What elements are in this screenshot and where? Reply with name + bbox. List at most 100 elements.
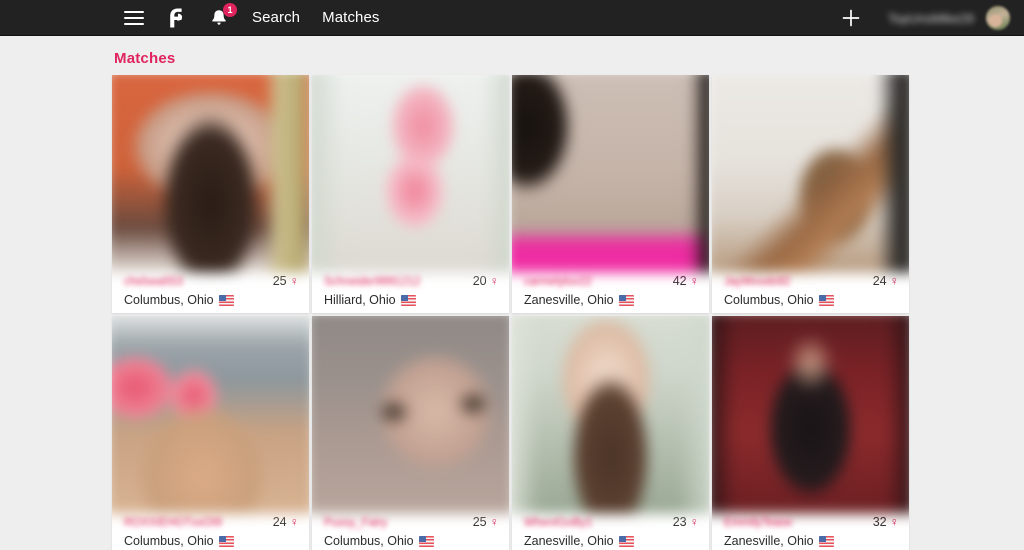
female-gender-icon: ♀: [889, 273, 899, 288]
profile-location: Zanesville, Ohio: [524, 534, 699, 548]
page-title: Matches: [114, 50, 176, 67]
female-gender-icon: ♀: [889, 514, 899, 529]
profile-location: Columbus, Ohio: [124, 293, 299, 307]
us-flag-icon: [218, 294, 234, 306]
age-value: 24: [872, 274, 887, 288]
location-text: Columbus, Ohio: [124, 534, 214, 548]
profile-username[interactable]: chelsea553: [124, 276, 183, 288]
female-gender-icon: ♀: [289, 514, 299, 529]
profile-username[interactable]: ROXXIEHOTxxOI9: [124, 517, 222, 529]
profile-location: Hilliard, Ohio: [324, 293, 499, 307]
us-flag-icon: [418, 535, 434, 547]
age-value: 24: [272, 515, 287, 529]
age-value: 25: [472, 515, 487, 529]
card-info: Pussy_Fairy 25 ♀ Columbus, Ohio: [312, 508, 509, 550]
profile-username[interactable]: Schneider9991212: [324, 276, 421, 288]
match-card[interactable]: Pussy_Fairy 25 ♀ Columbus, Ohio: [312, 316, 509, 550]
profile-photo[interactable]: [112, 316, 309, 514]
profile-age: 25 ♀: [273, 274, 299, 288]
card-info: Schneider9991212 20 ♀ Hilliard, Ohio: [312, 267, 509, 313]
card-row-name-age: carmelyluv22 42 ♀: [524, 274, 699, 288]
match-card[interactable]: EmmilyTease 32 ♀ Zanesville, Ohio: [712, 316, 909, 550]
nav-link-search[interactable]: Search: [252, 9, 300, 26]
profile-location: Columbus, Ohio: [724, 293, 899, 307]
profile-photo[interactable]: [312, 75, 509, 273]
card-info: WhenIGoBy1 23 ♀ Zanesville, Ohio: [512, 508, 709, 550]
profile-username[interactable]: Pussy_Fairy: [324, 517, 387, 529]
card-row-name-age: chelsea553 25 ♀: [124, 274, 299, 288]
us-flag-icon: [818, 294, 834, 306]
age-value: 25: [272, 274, 287, 288]
female-gender-icon: ♀: [289, 273, 299, 288]
location-text: Hilliard, Ohio: [324, 293, 396, 307]
profile-username[interactable]: EmmilyTease: [724, 517, 792, 529]
location-text: Columbus, Ohio: [724, 293, 814, 307]
notification-bell-icon[interactable]: 1: [208, 2, 237, 30]
us-flag-icon: [218, 535, 234, 547]
age-value: 42: [672, 274, 687, 288]
profile-photo[interactable]: [512, 75, 709, 273]
profile-photo[interactable]: [712, 75, 909, 273]
location-text: Columbus, Ohio: [324, 534, 414, 548]
profile-age: 24 ♀: [273, 515, 299, 529]
profile-location: Columbus, Ohio: [324, 534, 499, 548]
location-text: Columbus, Ohio: [124, 293, 214, 307]
profile-location: Columbus, Ohio: [124, 534, 299, 548]
female-gender-icon: ♀: [489, 273, 499, 288]
age-value: 32: [872, 515, 887, 529]
profile-photo[interactable]: [712, 316, 909, 514]
profile-age: 25 ♀: [473, 515, 499, 529]
age-value: 23: [672, 515, 687, 529]
card-row-name-age: Schneider9991212 20 ♀: [324, 274, 499, 288]
profile-age: 32 ♀: [873, 515, 899, 529]
female-gender-icon: ♀: [489, 514, 499, 529]
profile-age: 23 ♀: [673, 515, 699, 529]
page-body: Matches chelsea553 25 ♀ Columbus, Ohio S…: [0, 50, 1024, 550]
profile-age: 24 ♀: [873, 274, 899, 288]
match-card[interactable]: carmelyluv22 42 ♀ Zanesville, Ohio: [512, 75, 709, 313]
user-avatar[interactable]: [986, 6, 1010, 30]
match-card[interactable]: WhenIGoBy1 23 ♀ Zanesville, Ohio: [512, 316, 709, 550]
age-value: 20: [472, 274, 487, 288]
notification-count-badge: 1: [223, 2, 237, 17]
card-row-name-age: WhenIGoBy1 23 ♀: [524, 515, 699, 529]
card-info: ROXXIEHOTxxOI9 24 ♀ Columbus, Ohio: [112, 508, 309, 550]
account-username[interactable]: TopUnsMike29: [888, 11, 974, 26]
location-text: Zanesville, Ohio: [524, 293, 614, 307]
card-info: chelsea553 25 ♀ Columbus, Ohio: [112, 267, 309, 313]
nav-right-group: TopUnsMike29: [838, 0, 1010, 36]
match-card[interactable]: JayWoods92 24 ♀ Columbus, Ohio: [712, 75, 909, 313]
card-info: EmmilyTease 32 ♀ Zanesville, Ohio: [712, 508, 909, 550]
profile-username[interactable]: JayWoods92: [724, 276, 790, 288]
profile-username[interactable]: WhenIGoBy1: [524, 517, 592, 529]
profile-age: 42 ♀: [673, 274, 699, 288]
nav-link-matches[interactable]: Matches: [322, 9, 379, 26]
card-row-name-age: JayWoods92 24 ♀: [724, 274, 899, 288]
profile-age: 20 ♀: [473, 274, 499, 288]
card-row-name-age: ROXXIEHOTxxOI9 24 ♀: [124, 515, 299, 529]
match-card[interactable]: ROXXIEHOTxxOI9 24 ♀ Columbus, Ohio: [112, 316, 309, 550]
profile-photo[interactable]: [312, 316, 509, 514]
us-flag-icon: [618, 535, 634, 547]
female-gender-icon: ♀: [689, 514, 699, 529]
us-flag-icon: [818, 535, 834, 547]
location-text: Zanesville, Ohio: [724, 534, 814, 548]
location-text: Zanesville, Ohio: [524, 534, 614, 548]
us-flag-icon: [400, 294, 416, 306]
hamburger-menu-icon[interactable]: [122, 8, 148, 28]
profile-photo[interactable]: [112, 75, 309, 273]
card-info: JayWoods92 24 ♀ Columbus, Ohio: [712, 267, 909, 313]
profile-location: Zanesville, Ohio: [524, 293, 699, 307]
match-card[interactable]: Schneider9991212 20 ♀ Hilliard, Ohio: [312, 75, 509, 313]
match-card[interactable]: chelsea553 25 ♀ Columbus, Ohio: [112, 75, 309, 313]
brand-logo-icon[interactable]: [164, 6, 186, 30]
card-info: carmelyluv22 42 ♀ Zanesville, Ohio: [512, 267, 709, 313]
matches-grid: chelsea553 25 ♀ Columbus, Ohio Schneider…: [112, 75, 912, 550]
card-row-name-age: Pussy_Fairy 25 ♀: [324, 515, 499, 529]
add-plus-icon[interactable]: [838, 5, 864, 31]
female-gender-icon: ♀: [689, 273, 699, 288]
profile-photo[interactable]: [512, 316, 709, 514]
nav-left-group: 1 Search Matches: [122, 2, 380, 30]
profile-username[interactable]: carmelyluv22: [524, 276, 592, 288]
profile-location: Zanesville, Ohio: [724, 534, 899, 548]
